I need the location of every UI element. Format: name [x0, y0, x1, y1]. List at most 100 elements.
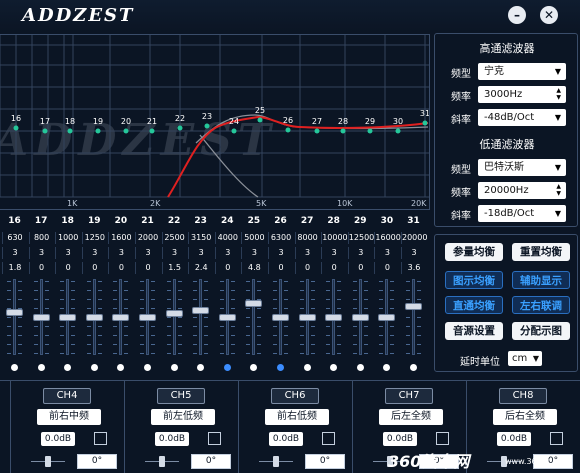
- eq-band-point[interactable]: [67, 128, 73, 134]
- source-settings-button[interactable]: 音源设置: [445, 322, 503, 340]
- eq-band-point[interactable]: [285, 127, 291, 133]
- eq-band-point[interactable]: [367, 128, 373, 134]
- freq-cell[interactable]: 800: [28, 232, 54, 244]
- slider-knob[interactable]: [166, 310, 182, 316]
- eq-band-point[interactable]: [123, 128, 129, 134]
- q-cell[interactable]: 3: [28, 247, 54, 259]
- channel-mute-checkbox[interactable]: [208, 432, 221, 445]
- slider-knob[interactable]: [86, 315, 102, 320]
- eq-band-point[interactable]: [204, 123, 210, 129]
- band-select-dot[interactable]: [11, 364, 18, 371]
- channel-gain-field[interactable]: 0.0dB: [383, 432, 417, 446]
- band-select-dot[interactable]: [90, 364, 98, 371]
- channel-phase-field[interactable]: 0°: [191, 454, 231, 469]
- slider-knob[interactable]: [246, 300, 262, 306]
- eq-gain-slider[interactable]: [401, 275, 426, 357]
- eq-gain-slider[interactable]: [55, 275, 80, 357]
- q-cell[interactable]: 3: [347, 247, 373, 259]
- gain-cell[interactable]: 0: [347, 262, 373, 274]
- eq-gain-slider[interactable]: [348, 275, 373, 357]
- gain-cell[interactable]: 0: [108, 262, 133, 274]
- lp-slope-select[interactable]: -18dB/Oct ▼: [478, 205, 566, 222]
- eq-gain-slider[interactable]: [29, 275, 54, 357]
- hp-freq-input[interactable]: 3000Hz ▲ ▼: [478, 86, 566, 103]
- lp-type-select[interactable]: 巴特沃斯 ▼: [478, 159, 566, 176]
- hp-slope-select[interactable]: -48dB/Oct ▼: [478, 109, 566, 126]
- channel-name-button[interactable]: 前左低频: [151, 409, 215, 425]
- freq-cell[interactable]: 4000: [214, 232, 240, 244]
- slider-knob[interactable]: [60, 315, 76, 320]
- eq-band-point[interactable]: [395, 128, 401, 134]
- lp-freq-input[interactable]: 20000Hz ▲ ▼: [478, 182, 566, 199]
- freq-cell[interactable]: 1600: [108, 232, 133, 244]
- eq-band-point[interactable]: [13, 125, 19, 131]
- gain-cell[interactable]: 1.8: [2, 262, 27, 274]
- eq-gain-slider[interactable]: [108, 275, 133, 357]
- band-select-dot[interactable]: [117, 364, 125, 371]
- freq-cell[interactable]: 2500: [161, 232, 187, 244]
- channel-title[interactable]: CH5: [157, 388, 205, 404]
- channel-fader[interactable]: [145, 454, 179, 469]
- eq-gain-slider[interactable]: [162, 275, 187, 357]
- channel-title[interactable]: CH8: [499, 388, 547, 404]
- freq-cell[interactable]: 8000: [294, 232, 320, 244]
- channel-gain-field[interactable]: 0.0dB: [155, 432, 189, 446]
- lr-link-button[interactable]: 左右联调: [512, 296, 570, 314]
- freq-cell[interactable]: 5000: [241, 232, 266, 244]
- gain-cell[interactable]: 1.5: [161, 262, 187, 274]
- hp-type-select[interactable]: 宁克 ▼: [478, 63, 566, 80]
- eq-gain-slider[interactable]: [82, 275, 107, 357]
- freq-cell[interactable]: 6300: [268, 232, 293, 244]
- eq-band-point[interactable]: [95, 128, 101, 134]
- eq-band-point[interactable]: [231, 128, 237, 134]
- band-select-dot[interactable]: [64, 364, 72, 371]
- channel-gain-field[interactable]: 0.0dB: [497, 432, 531, 446]
- channel-fader[interactable]: [31, 454, 65, 469]
- gain-cell[interactable]: 0: [28, 262, 54, 274]
- reset-eq-button[interactable]: 重置均衡: [512, 243, 570, 261]
- q-cell[interactable]: 3: [108, 247, 133, 259]
- gain-cell[interactable]: 0: [214, 262, 240, 274]
- channel-mute-checkbox[interactable]: [436, 432, 449, 445]
- channel-name-button[interactable]: 后右全频: [493, 409, 557, 425]
- gain-cell[interactable]: 0: [268, 262, 293, 274]
- fader-thumb[interactable]: [159, 456, 165, 467]
- gain-cell[interactable]: 0: [321, 262, 346, 274]
- channel-gain-field[interactable]: 0.0dB: [41, 432, 75, 446]
- gain-cell[interactable]: 0: [81, 262, 107, 274]
- gain-cell[interactable]: 4.8: [241, 262, 266, 274]
- band-select-dot[interactable]: [144, 364, 151, 371]
- graphic-eq-button[interactable]: 图示均衡: [445, 271, 503, 289]
- band-select-dot[interactable]: [223, 364, 231, 371]
- eq-band-point[interactable]: [42, 128, 48, 134]
- band-select-dot[interactable]: [383, 364, 391, 371]
- slider-knob[interactable]: [140, 315, 155, 320]
- band-select-dot[interactable]: [37, 364, 45, 371]
- q-cell[interactable]: 3: [374, 247, 399, 259]
- eq-band-point[interactable]: [149, 128, 155, 134]
- slider-knob[interactable]: [193, 307, 209, 313]
- channel-title[interactable]: CH4: [43, 388, 91, 404]
- flat-eq-button[interactable]: 直通均衡: [445, 296, 503, 314]
- q-cell[interactable]: 3: [188, 247, 213, 259]
- gain-cell[interactable]: 3.6: [401, 262, 426, 274]
- eq-gain-slider[interactable]: [241, 275, 266, 357]
- q-cell[interactable]: 3: [241, 247, 266, 259]
- q-cell[interactable]: 3: [268, 247, 293, 259]
- q-cell[interactable]: 3: [135, 247, 160, 259]
- eq-band-point[interactable]: [422, 120, 428, 126]
- gain-cell[interactable]: 0: [294, 262, 320, 274]
- channel-title[interactable]: CH6: [271, 388, 319, 404]
- freq-cell[interactable]: 1250: [81, 232, 107, 244]
- channel-name-button[interactable]: 前右低频: [265, 409, 329, 425]
- distribution-button[interactable]: 分配示图: [512, 322, 570, 340]
- q-cell[interactable]: 3: [2, 247, 27, 259]
- band-select-dot[interactable]: [250, 364, 258, 371]
- aux-display-button[interactable]: 辅助显示: [512, 271, 570, 289]
- gain-cell[interactable]: 0: [55, 262, 80, 274]
- channel-gain-field[interactable]: 0.0dB: [269, 432, 303, 446]
- slider-knob[interactable]: [113, 315, 129, 320]
- freq-cell[interactable]: 1000: [55, 232, 80, 244]
- fader-thumb[interactable]: [273, 456, 279, 467]
- slider-knob[interactable]: [219, 315, 235, 320]
